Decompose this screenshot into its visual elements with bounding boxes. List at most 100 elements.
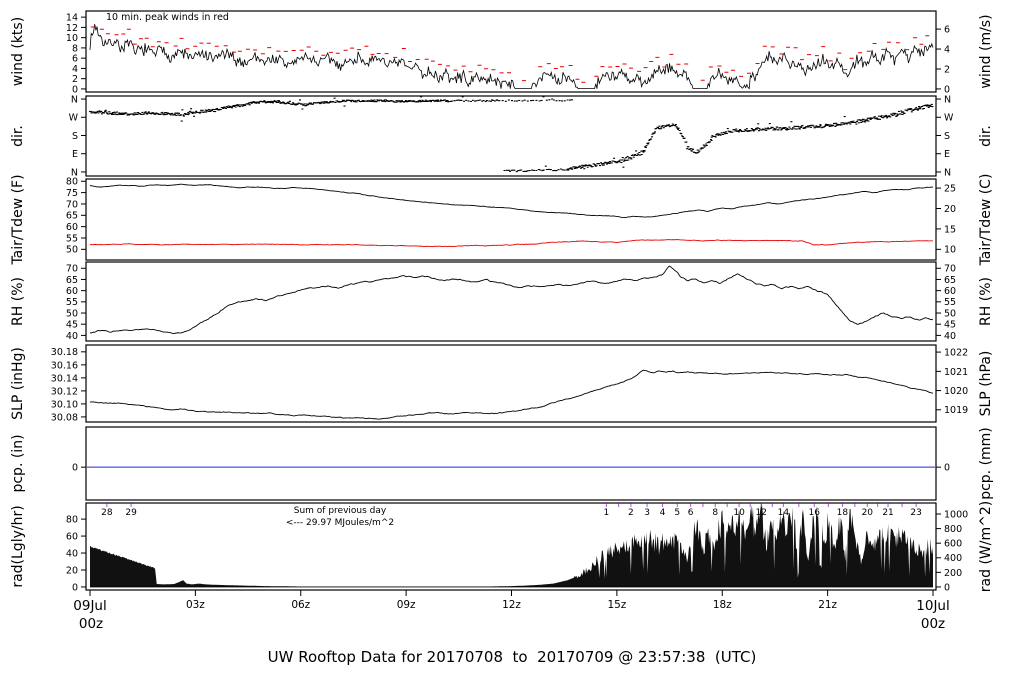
ytick-left-label-temp: 80 [66, 177, 78, 188]
ytick-left-label-slp: 30.14 [51, 373, 78, 384]
axis-label-right-temp: Tair/Tdew (C) [978, 174, 994, 267]
rh-line [89, 265, 934, 334]
rad-marker-label: 21 [882, 508, 893, 518]
ytick-left-label-rh: 60 [66, 286, 78, 297]
ytick-left-label-rh: 65 [66, 275, 78, 286]
ytick-right-label-temp: 10 [944, 245, 956, 256]
series-tdew-line [89, 239, 934, 248]
meteogram-chart: 10 min. peak winds in red Sum of previou… [10, 10, 994, 666]
panel-border-wind [85, 10, 937, 93]
ytick-left-label-pcp: 0 [72, 463, 78, 474]
ytick-left-label-temp: 70 [66, 199, 78, 210]
ytick-left-label-temp: 65 [66, 211, 78, 222]
ytick-left-label-temp: 60 [66, 222, 78, 233]
panel-slp: 30.08 30.10 30.12 30.14 30.16 30.18 1019 1020 10… [10, 344, 994, 423]
ytick-left-label-rh: 70 [66, 264, 78, 275]
axis-label-left-rad: rad(Lgly/hr) [10, 505, 26, 587]
ytick-left-label-rh: 55 [66, 297, 78, 308]
panel-wind: 024681012140246wind (kts) wind (m/s) [10, 10, 994, 95]
ytick-right-label-rad: 400 [944, 553, 962, 564]
wind-speed-line [89, 24, 934, 90]
rad-marker-label: 5 [674, 508, 680, 518]
x-axis-tick-label: 06z [291, 599, 310, 611]
rad-marker-label: 8 [712, 508, 718, 518]
x-axis-end-date-label: 10Jul [916, 598, 949, 614]
axis-label-left-rh: RH (%) [10, 277, 26, 326]
ytick-left-label-rad: 80 [66, 515, 78, 526]
wind-peak-marks [90, 26, 930, 83]
ytick-right-label-slp: 1019 [944, 405, 968, 416]
panel-rad: 02040608002004006008001000rad(Lgly/hr) ra… [10, 501, 994, 594]
ytick-right-label-temp: 20 [944, 204, 956, 215]
rad-marker-label: 29 [125, 508, 137, 518]
rad-sum-note-line2: <--- 29.97 MJoules/m^2 [286, 518, 394, 528]
rad-sum-note-line1: Sum of previous day [294, 506, 387, 516]
rad-marker-label: 23 [910, 508, 921, 518]
ytick-left-label-slp: 30.10 [51, 399, 78, 410]
panel-temp: 50556065707580 10 15 20 25 Tair/Tdew (F) Tair/… [10, 174, 994, 267]
rad-marker-label: 18 [837, 508, 849, 518]
series-tair-line [89, 183, 934, 219]
ytick-right-label-temp: 15 [944, 224, 956, 235]
uw-rooftop-meteogram-page: 10 min. peak winds in red Sum of previou… [0, 0, 1024, 700]
ytick-right-label-rad: 800 [944, 524, 962, 535]
ytick-right-label-dir: E [944, 149, 950, 160]
slp-line [89, 369, 934, 420]
ytick-right-label-rh: 60 [944, 286, 956, 297]
ytick-right-label-rh: 70 [944, 264, 956, 275]
ytick-left-label-temp: 50 [66, 245, 78, 256]
x-axis-end-time-label: 00z [921, 616, 945, 632]
ytick-left-label-dir: W [69, 113, 79, 124]
ytick-left-label-rh: 40 [66, 331, 78, 342]
panel-border-rh [85, 261, 937, 342]
ytick-left-label-wind: 8 [72, 43, 78, 54]
panel-border-temp [85, 178, 937, 261]
ytick-left-label-wind: 14 [66, 13, 78, 24]
ytick-right-label-slp: 1020 [944, 386, 968, 397]
wind-direction-points [89, 96, 934, 173]
axis-label-left-dir: dir. [10, 125, 26, 147]
ytick-right-label-rad: 600 [944, 539, 962, 550]
ytick-left-label-wind: 2 [72, 74, 78, 85]
x-axis: 03z 06z 09z 12z 15z 18z 21z [89, 590, 934, 611]
ytick-right-label-pcp: 0 [944, 463, 950, 474]
ytick-right-label-wind: 4 [944, 44, 950, 55]
ytick-left-label-rh: 45 [66, 320, 78, 331]
ytick-right-label-rh: 65 [944, 275, 956, 286]
rad-marker-label: 3 [644, 508, 650, 518]
ytick-right-label-dir: S [944, 131, 950, 142]
rad-marker-label: 16 [809, 508, 821, 518]
ytick-left-label-dir: E [72, 149, 78, 160]
axis-label-left-wind: wind (kts) [10, 17, 26, 86]
panel-border-dir [85, 95, 937, 177]
radiation-area [90, 503, 933, 587]
ytick-left-label-temp: 75 [66, 188, 78, 199]
ytick-left-label-rad: 20 [66, 565, 78, 576]
axis-label-left-pcp: pcp. (in) [10, 434, 26, 492]
ytick-right-label-rad: 200 [944, 568, 962, 579]
axis-label-right-slp: SLP (hPa) [978, 351, 994, 417]
axis-label-right-dir: dir. [978, 125, 994, 147]
ytick-left-label-temp: 55 [66, 233, 78, 244]
ytick-left-label-slp: 30.12 [51, 386, 78, 397]
panel-rh: 4045505560657040455055606570RH (%) RH (%) [10, 261, 994, 342]
ytick-right-label-dir: N [944, 167, 951, 178]
panel-dir: NWSENNWSENdir. dir. [10, 94, 994, 178]
x-axis-tick-label: 21z [818, 599, 837, 611]
ytick-right-label-temp: 25 [944, 183, 956, 194]
rad-marker-label: 6 [688, 508, 694, 518]
rad-marker-label: 12 [756, 508, 767, 518]
x-axis-tick-label: 15z [607, 599, 626, 611]
ytick-right-label-slp: 1021 [944, 367, 968, 378]
ytick-right-label-rh: 45 [944, 320, 956, 331]
ytick-right-label-rad: 0 [944, 582, 950, 593]
chart-title: UW Rooftop Data for 20170708 to 20170709… [268, 648, 757, 666]
axis-label-right-pcp: pcp. (mm) [978, 427, 994, 500]
rad-marker-label: 2 [628, 508, 634, 518]
ytick-right-label-rad: 1000 [944, 509, 968, 520]
panel-pcp: 0 0 pcp. (in) pcp. (mm) [10, 426, 994, 501]
rad-marker-label: 4 [660, 508, 666, 518]
ytick-left-label-dir: N [71, 94, 78, 105]
ytick-left-label-wind: 6 [72, 54, 78, 65]
x-axis-tick-label: 03z [186, 599, 205, 611]
